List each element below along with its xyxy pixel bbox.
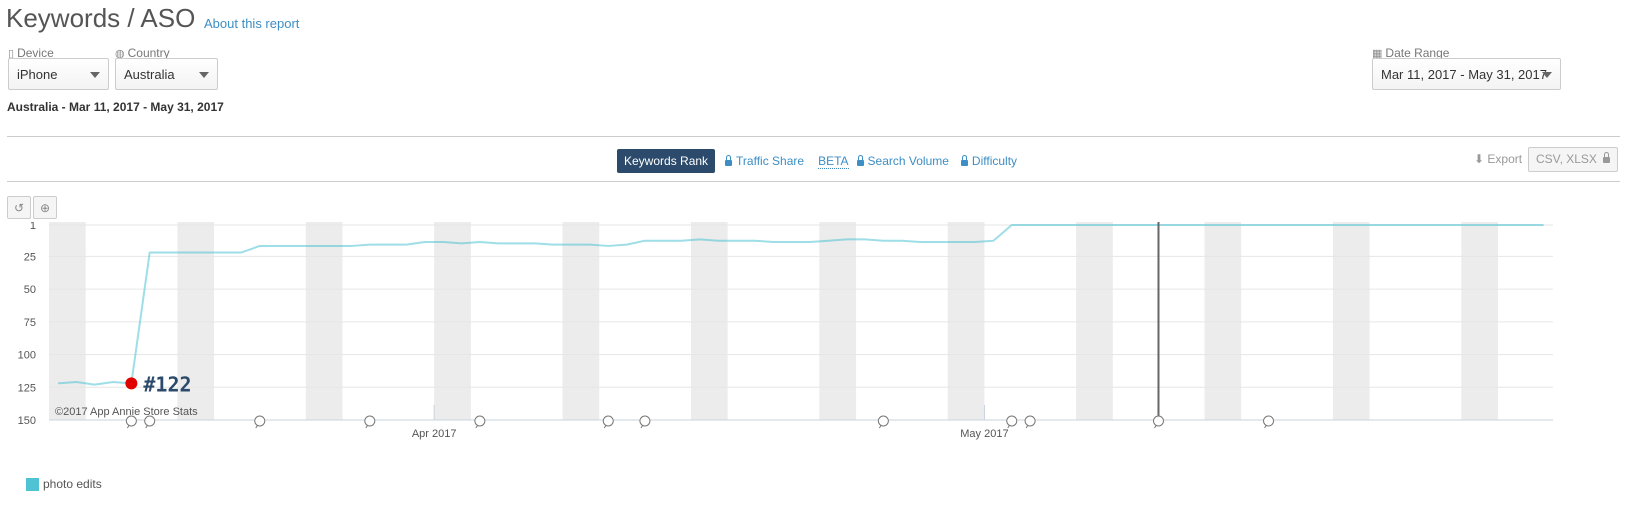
chevron-down-icon [90, 72, 100, 78]
chart-legend[interactable]: photo edits [26, 477, 102, 491]
chevron-down-icon [1542, 72, 1552, 78]
weekend-band [690, 222, 728, 420]
legend-swatch [26, 477, 39, 491]
event-marker-icon [364, 415, 376, 427]
series-line-photo-edits [57, 224, 1544, 386]
lock-icon [856, 154, 864, 166]
weekend-band [49, 222, 86, 420]
lock-icon [960, 154, 968, 166]
about-report-link[interactable]: About this report [204, 16, 299, 31]
x-tick-label: Apr 2017 [412, 428, 457, 440]
reset-zoom-icon: ↺ [13, 200, 25, 215]
tab-difficulty[interactable]: Difficulty [960, 154, 1018, 168]
report-subheading: Australia - Mar 11, 2017 - May 31, 2017 [7, 100, 224, 114]
export-label: Export [1487, 152, 1523, 166]
weekend-band [562, 222, 600, 420]
y-tick-label: 1 [30, 222, 36, 232]
device-select[interactable]: iPhone [8, 58, 109, 90]
download-icon: ⬇ [1474, 152, 1485, 166]
rank-chart[interactable]: 1255075100125150Apr 2017 May 2017#122©201… [0, 222, 1627, 462]
marker-point [125, 377, 138, 390]
export-label-group: ⬇ Export [1474, 152, 1522, 166]
chart-credits: ©2017 App Annie Store Stats [55, 406, 198, 418]
event-marker-icon [254, 415, 266, 427]
date-range-value: Mar 11, 2017 - May 31, 2017 [1381, 67, 1547, 82]
tab-search-volume[interactable]: Search Volume [856, 154, 949, 168]
weekend-band [1461, 222, 1498, 420]
x-tick-label: May 2017 [960, 428, 1008, 440]
country-value: Australia [124, 67, 175, 82]
weekend-band [1204, 222, 1242, 420]
y-tick-label: 100 [18, 350, 36, 362]
page-title: Keywords / ASO [6, 3, 196, 33]
tab-keywords-rank[interactable]: Keywords Rank [617, 149, 716, 173]
tab-traffic-share-label: Traffic Share [736, 154, 805, 168]
metric-tabs: Keywords Rank Traffic Share BETA Search … [617, 149, 1017, 173]
export-button[interactable]: CSV, XLSX [1528, 147, 1619, 172]
export-button-label: CSV, XLSX [1536, 152, 1597, 166]
weekend-band [434, 222, 471, 420]
tab-traffic-share[interactable]: Traffic Share [725, 154, 804, 168]
event-marker-icon [877, 415, 889, 427]
marker-label: #122 [143, 372, 191, 396]
weekend-band [947, 222, 985, 420]
date-range-select[interactable]: Mar 11, 2017 - May 31, 2017 [1372, 58, 1561, 90]
event-marker-icon [1024, 415, 1036, 427]
weekend-band [1076, 222, 1113, 420]
lock-icon [725, 154, 733, 166]
zoom-in-icon: ⊕ [39, 200, 51, 215]
divider [7, 181, 1620, 182]
event-marker-icon [602, 415, 614, 427]
y-tick-label: 125 [18, 382, 36, 394]
zoom-button[interactable]: ⊕ [33, 196, 57, 219]
event-marker-icon [474, 415, 486, 427]
event-marker-icon [1263, 415, 1275, 427]
y-tick-label: 50 [24, 284, 36, 296]
country-select[interactable]: Australia [115, 58, 218, 90]
tab-search-volume-label: Search Volume [867, 154, 949, 168]
event-marker-icon [639, 415, 651, 427]
weekend-band [1332, 222, 1370, 420]
event-marker-icon [1152, 415, 1164, 427]
y-tick-label: 25 [24, 251, 36, 263]
device-value: iPhone [17, 67, 58, 82]
reset-zoom-button[interactable]: ↺ [7, 196, 31, 219]
y-tick-label: 75 [24, 317, 36, 329]
y-tick-label: 150 [18, 415, 36, 427]
event-marker-icon [1006, 415, 1018, 427]
weekend-band [305, 222, 343, 420]
lock-icon [1603, 152, 1611, 163]
legend-label: photo edits [43, 477, 102, 491]
tab-difficulty-label: Difficulty [971, 154, 1018, 168]
divider [7, 136, 1620, 137]
chevron-down-icon [199, 72, 209, 78]
weekend-band [819, 222, 857, 420]
beta-badge[interactable]: BETA [818, 154, 849, 169]
